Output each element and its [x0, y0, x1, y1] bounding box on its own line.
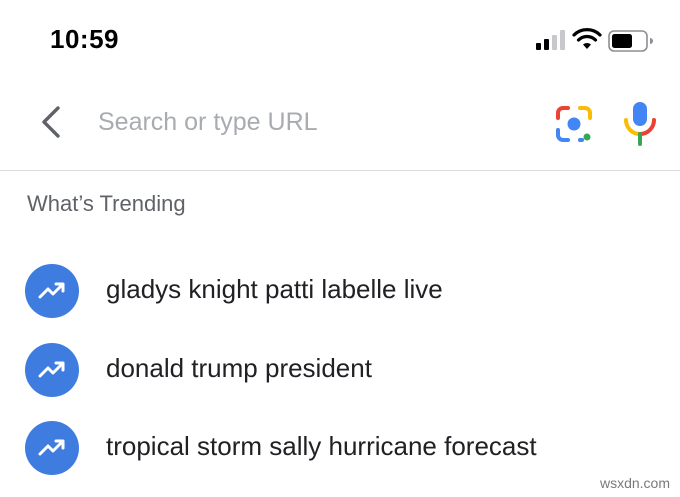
trending-up-icon [25, 343, 79, 397]
cellular-signal-icon [536, 30, 565, 50]
browser-screen: 10:59 Search or type URL What’s Trending… [0, 0, 680, 497]
trending-item-label: gladys knight patti labelle live [106, 274, 443, 304]
microphone-icon[interactable] [620, 100, 660, 148]
status-bar: 10:59 [0, 0, 680, 80]
search-input[interactable] [96, 102, 530, 142]
trending-item-label: donald trump president [106, 353, 372, 383]
trending-heading: What’s Trending [27, 191, 186, 216]
watermark: wsxdn.com [599, 475, 670, 491]
status-time: 10:59 [50, 24, 119, 54]
search-bar [0, 80, 680, 171]
trending-item[interactable]: tropical storm sally hurricane forecast [0, 411, 680, 481]
trending-item-label: tropical storm sally hurricane forecast [106, 431, 537, 461]
google-lens-icon[interactable] [552, 102, 596, 146]
battery-icon [608, 30, 653, 52]
wifi-icon [572, 28, 602, 49]
trending-item[interactable]: donald trump president [0, 333, 680, 403]
trending-up-icon [25, 264, 79, 318]
trending-up-icon [25, 421, 79, 475]
chevron-left-icon[interactable] [34, 102, 70, 142]
trending-item[interactable]: gladys knight patti labelle live [0, 254, 680, 324]
